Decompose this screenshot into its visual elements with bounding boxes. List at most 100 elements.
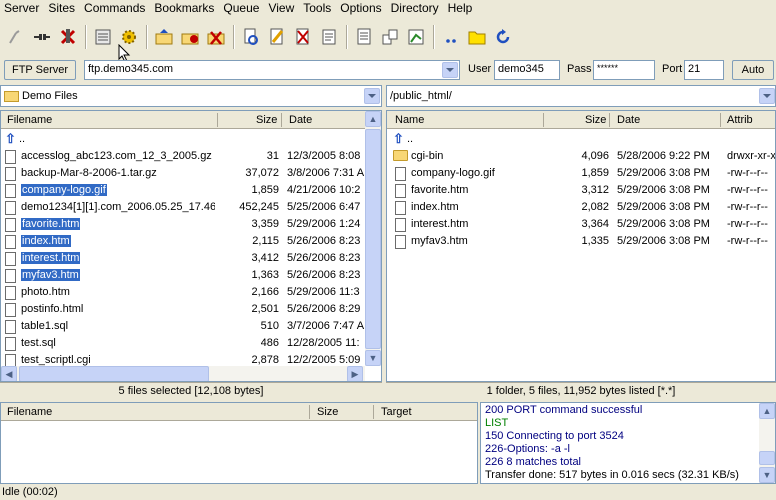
remote-file-attrib: -rw-r--r-- xyxy=(727,218,768,230)
remote-header-attrib[interactable]: Attrib xyxy=(727,114,753,126)
local-file-row[interactable]: myfav3.htm 1,363 5/26/2006 8:23 xyxy=(1,267,365,284)
remote-path-text: /public_html/ xyxy=(390,90,452,102)
log-panel[interactable]: ▲ ▼ 200 PORT command successful LIST 150 C… xyxy=(480,402,776,484)
local-scroll-left-button[interactable]: ◀ xyxy=(1,366,17,381)
local-file-row[interactable]: demo1234[1][1].com_2006.05.25_17.46 452,2… xyxy=(1,199,365,216)
remote-header-date[interactable]: Date xyxy=(617,114,640,126)
remote-path-dropdown-button[interactable] xyxy=(759,88,775,104)
queue-header-filename[interactable]: Filename xyxy=(7,406,52,418)
local-file-date: 4/21/2006 10:2 xyxy=(287,184,361,196)
log-scroll-thumb[interactable] xyxy=(759,451,775,465)
menu-queue[interactable]: Queue xyxy=(219,1,264,15)
auto-button[interactable]: Auto xyxy=(732,60,774,80)
remote-file-row[interactable]: cgi-bin 4,096 5/28/2006 9:22 PM drwxr-xr-x xyxy=(387,148,775,165)
edit-file-icon[interactable] xyxy=(265,25,289,49)
local-file-row[interactable]: index.htm 2,115 5/26/2006 8:23 xyxy=(1,233,365,250)
local-file-name: table1.sql xyxy=(21,320,69,332)
local-header-filename[interactable]: Filename xyxy=(7,114,52,126)
user-field[interactable]: demo345 xyxy=(494,60,560,80)
local-file-row[interactable]: photo.htm 2,166 5/29/2006 11:3 xyxy=(1,284,365,301)
local-header-size[interactable]: Size xyxy=(256,114,277,126)
local-parent-row[interactable]: ⇧ .. xyxy=(1,131,365,148)
local-file-date: 5/29/2006 1:24 xyxy=(287,218,361,230)
local-file-name: accesslog_abc123.com_12_3_2005.gz xyxy=(21,150,212,162)
local-scroll-thumb[interactable] xyxy=(365,129,381,349)
local-file-date: 5/29/2006 11:3 xyxy=(287,286,360,298)
remote-file-row[interactable]: index.htm 2,082 5/29/2006 3:08 PM -rw-r--r-… xyxy=(387,199,775,216)
port-field[interactable]: 21 xyxy=(684,60,724,80)
host-field[interactable]: ftp.demo345.com xyxy=(84,60,460,80)
delete-folder-icon[interactable] xyxy=(204,25,228,49)
queue-header-target[interactable]: Target xyxy=(381,406,412,418)
local-path-dropdown-button[interactable] xyxy=(364,88,380,104)
local-file-row[interactable]: postinfo.html 2,501 5/26/2006 8:29 xyxy=(1,301,365,318)
sync-icon[interactable] xyxy=(404,25,428,49)
parent-directory-icon[interactable] xyxy=(439,25,463,49)
local-file-row[interactable]: favorite.htm 3,359 5/29/2006 1:24 xyxy=(1,216,365,233)
local-scroll-right-button[interactable]: ▶ xyxy=(347,366,363,381)
file-icon xyxy=(5,303,16,317)
menu-bookmarks[interactable]: Bookmarks xyxy=(150,1,219,15)
local-file-name: photo.htm xyxy=(21,286,70,298)
local-header-date[interactable]: Date xyxy=(289,114,312,126)
local-file-row[interactable]: test.sql 486 12/28/2005 11: xyxy=(1,335,365,352)
properties-icon[interactable] xyxy=(317,25,341,49)
remote-file-list[interactable]: Name Size Date Attrib ⇧ .. cgi-bin 4,096 5… xyxy=(386,110,776,382)
menu-help[interactable]: Help xyxy=(444,1,478,15)
view-file-icon[interactable] xyxy=(239,25,263,49)
upload-folder-icon[interactable] xyxy=(152,25,176,49)
abort-icon[interactable] xyxy=(56,25,80,49)
local-file-row[interactable]: backup-Mar-8-2006-1.tar.gz 37,072 3/8/2006… xyxy=(1,165,365,182)
connect-icon[interactable] xyxy=(4,25,28,49)
menu-commands[interactable]: Commands xyxy=(80,1,150,15)
local-file-row[interactable]: table1.sql 510 3/7/2006 7:47 A xyxy=(1,318,365,335)
local-path-combobox[interactable]: Demo Files xyxy=(0,85,382,107)
remote-parent-row[interactable]: ⇧ .. xyxy=(387,131,775,148)
remote-path-combobox[interactable]: /public_html/ xyxy=(386,85,776,107)
server-type-button[interactable]: FTP Server xyxy=(4,60,76,80)
file-icon xyxy=(5,184,16,198)
local-scroll-up-button[interactable]: ▲ xyxy=(365,111,381,127)
local-horizontal-scrollbar[interactable]: ◀ ▶ xyxy=(1,366,365,381)
delete-file-icon[interactable] xyxy=(291,25,315,49)
local-file-row[interactable]: interest.htm 3,412 5/26/2006 8:23 xyxy=(1,250,365,267)
local-scroll-down-button[interactable]: ▼ xyxy=(365,350,381,366)
transfer-icon[interactable] xyxy=(378,25,402,49)
folder-icon[interactable] xyxy=(465,25,489,49)
queue-icon[interactable] xyxy=(352,25,376,49)
host-dropdown-button[interactable] xyxy=(442,62,458,78)
remote-file-row[interactable]: myfav3.htm 1,335 5/29/2006 3:08 PM -rw-r--r… xyxy=(387,233,775,250)
disconnect-icon[interactable] xyxy=(30,25,54,49)
menu-sites[interactable]: Sites xyxy=(44,1,80,15)
site-manager-icon[interactable] xyxy=(91,25,115,49)
log-scroll-up-button[interactable]: ▲ xyxy=(759,403,775,419)
remote-header-name[interactable]: Name xyxy=(395,114,424,126)
password-field[interactable]: ****** xyxy=(593,60,655,80)
menu-options[interactable]: Options xyxy=(336,1,386,15)
local-vertical-scrollbar[interactable]: ▲ ▼ xyxy=(365,111,381,366)
queue-header-size[interactable]: Size xyxy=(317,406,338,418)
log-line: 150 Connecting to port 3524 xyxy=(485,430,624,442)
download-folder-icon[interactable] xyxy=(178,25,202,49)
menu-server[interactable]: Server xyxy=(0,1,44,15)
local-file-row[interactable]: company-logo.gif 1,859 4/21/2006 10:2 xyxy=(1,182,365,199)
local-hscroll-thumb[interactable] xyxy=(19,366,209,381)
menu-directory[interactable]: Directory xyxy=(387,1,444,15)
remote-file-date: 5/28/2006 9:22 PM xyxy=(617,150,710,162)
log-vertical-scrollbar[interactable]: ▲ ▼ xyxy=(759,403,775,483)
log-scroll-down-button[interactable]: ▼ xyxy=(759,467,775,483)
local-file-list[interactable]: Filename Size Date ⇧ .. accesslog_abc123… xyxy=(0,110,382,382)
remote-file-row[interactable]: interest.htm 3,364 5/29/2006 3:08 PM -rw-r-… xyxy=(387,216,775,233)
local-file-size: 31 xyxy=(266,150,279,162)
local-file-date: 5/26/2006 8:29 xyxy=(287,303,361,315)
remote-file-row[interactable]: favorite.htm 3,312 5/29/2006 3:08 PM -rw-r-… xyxy=(387,182,775,199)
menu-tools[interactable]: Tools xyxy=(299,1,336,15)
menu-view[interactable]: View xyxy=(264,1,299,15)
remote-file-attrib: -rw-r--r-- xyxy=(727,167,768,179)
remote-file-row[interactable]: company-logo.gif 1,859 5/29/2006 3:08 PM -r… xyxy=(387,165,775,182)
remote-header-size[interactable]: Size xyxy=(585,114,606,126)
local-file-row[interactable]: accesslog_abc123.com_12_3_2005.gz 31 12/3/… xyxy=(1,148,365,165)
toolbar xyxy=(0,20,776,54)
refresh-icon[interactable] xyxy=(491,25,515,49)
transfer-queue[interactable]: Filename Size Target xyxy=(0,402,478,484)
